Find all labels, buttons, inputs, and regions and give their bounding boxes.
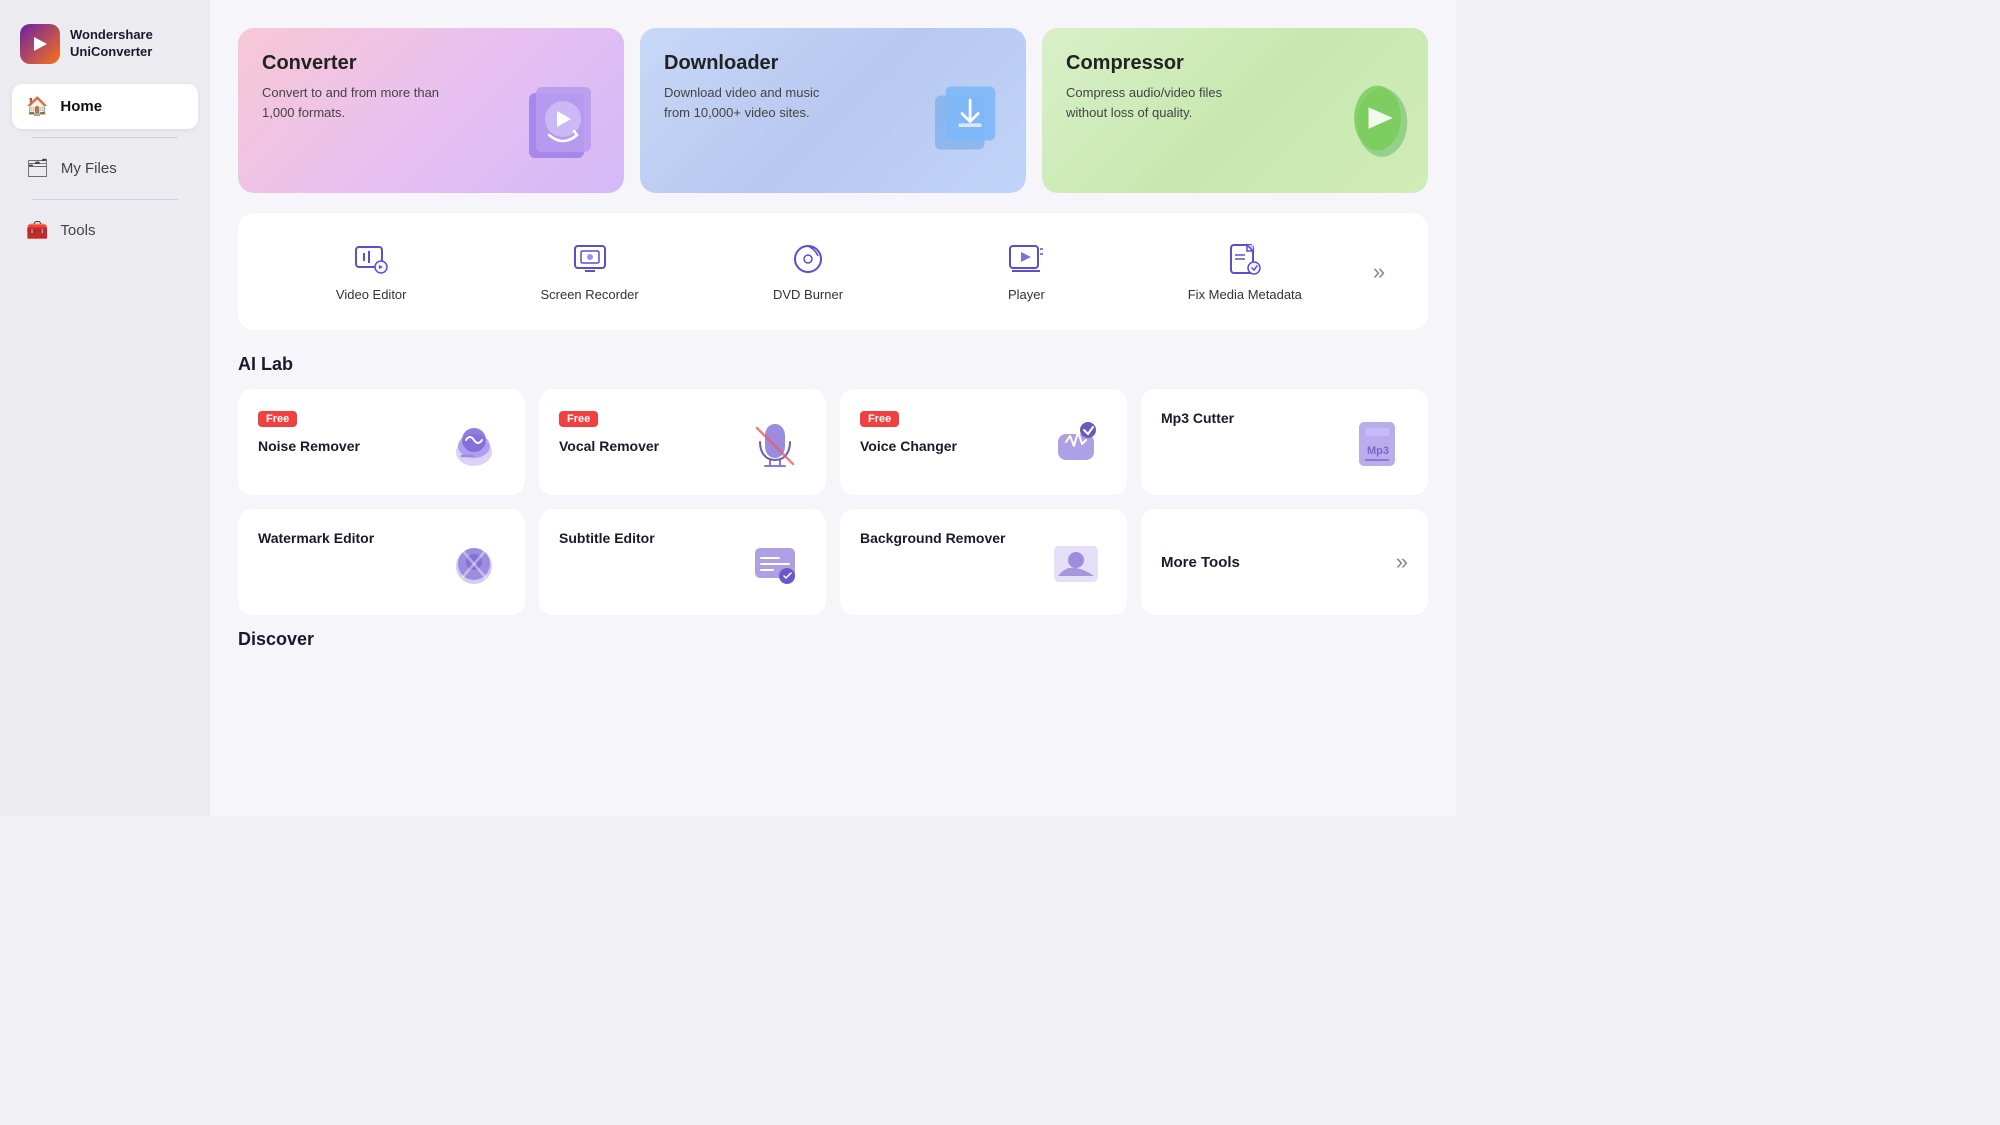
tool-screen-recorder[interactable]: Screen Recorder	[480, 233, 698, 310]
mp3-cutter-content: Mp3 Cutter	[1161, 409, 1342, 429]
tools-more-chevron: »	[1373, 259, 1385, 285]
compressor-icon	[1328, 73, 1418, 193]
ai-lab-row2: Watermark Editor Subtitle Editor	[238, 509, 1428, 615]
noise-remover-content: Free Noise Remover	[258, 409, 439, 457]
main-content: Converter Convert to and from more than …	[210, 0, 1456, 816]
ai-card-mp3-cutter[interactable]: Mp3 Cutter Mp3	[1141, 389, 1428, 495]
voice-changer-icon	[1041, 409, 1111, 479]
downloader-icon	[926, 73, 1016, 193]
downloader-title: Downloader	[664, 52, 1002, 75]
mp3-cutter-title: Mp3 Cutter	[1161, 409, 1342, 429]
ai-lab-title: AI Lab	[238, 354, 1428, 375]
sidebar-divider-2	[32, 199, 178, 200]
tools-icon: 🧰	[26, 220, 48, 241]
dvd-burner-label: DVD Burner	[773, 287, 843, 302]
converter-desc: Convert to and from more than 1,000 form…	[262, 83, 442, 122]
compressor-desc: Compress audio/video files without loss …	[1066, 83, 1246, 122]
svg-text:Mp3: Mp3	[1367, 445, 1389, 457]
converter-card[interactable]: Converter Convert to and from more than …	[238, 28, 624, 193]
ai-card-subtitle-editor[interactable]: Subtitle Editor	[539, 509, 826, 615]
ai-card-voice-changer[interactable]: Free Voice Changer	[840, 389, 1127, 495]
logo-icon	[20, 24, 60, 64]
background-remover-icon	[1041, 529, 1111, 599]
watermark-editor-title: Watermark Editor	[258, 529, 439, 549]
ai-card-watermark-editor[interactable]: Watermark Editor	[238, 509, 525, 615]
sidebar-item-home[interactable]: 🏠 Home	[12, 84, 198, 129]
dvd-burner-icon	[790, 241, 826, 277]
converter-icon	[514, 73, 614, 193]
vocal-remover-content: Free Vocal Remover	[559, 409, 740, 457]
noise-remover-title: Noise Remover	[258, 437, 439, 457]
ai-card-more-tools[interactable]: More Tools »	[1141, 509, 1428, 615]
noise-remover-icon	[439, 409, 509, 479]
player-icon	[1008, 241, 1044, 277]
app-logo: WondershareUniConverter	[0, 16, 210, 84]
vocal-remover-icon	[740, 409, 810, 479]
ai-card-noise-remover[interactable]: Free Noise Remover	[238, 389, 525, 495]
tools-row: Video Editor Screen Recorder DVD Burner	[238, 213, 1428, 330]
noise-remover-badge: Free	[258, 411, 297, 427]
myfiles-icon: 🗂	[26, 158, 49, 179]
ai-lab-row1: Free Noise Remover Free V	[238, 389, 1428, 495]
video-editor-icon	[353, 241, 389, 277]
fix-media-metadata-icon	[1227, 241, 1263, 277]
mp3-cutter-icon: Mp3	[1342, 409, 1412, 479]
home-icon: 🏠	[26, 96, 48, 117]
watermark-editor-icon	[439, 529, 509, 599]
sidebar-item-myfiles[interactable]: 🗂 My Files	[12, 146, 198, 191]
subtitle-editor-icon	[740, 529, 810, 599]
downloader-desc: Download video and music from 10,000+ vi…	[664, 83, 844, 122]
vocal-remover-title: Vocal Remover	[559, 437, 740, 457]
tool-dvd-burner[interactable]: DVD Burner	[699, 233, 917, 310]
player-label: Player	[1008, 287, 1045, 302]
ai-card-vocal-remover[interactable]: Free Vocal Remover	[539, 389, 826, 495]
background-remover-title: Background Remover	[860, 529, 1041, 549]
compressor-card[interactable]: Compressor Compress audio/video files wi…	[1042, 28, 1428, 193]
subtitle-editor-title: Subtitle Editor	[559, 529, 740, 549]
video-editor-label: Video Editor	[336, 287, 407, 302]
sidebar: WondershareUniConverter 🏠 Home 🗂 My File…	[0, 0, 210, 816]
voice-changer-content: Free Voice Changer	[860, 409, 1041, 457]
sidebar-tools-label: Tools	[60, 222, 95, 239]
more-tools-label: More Tools	[1161, 554, 1240, 571]
screen-recorder-label: Screen Recorder	[540, 287, 638, 302]
converter-title: Converter	[262, 52, 600, 75]
top-cards: Converter Convert to and from more than …	[238, 28, 1428, 193]
voice-changer-badge: Free	[860, 411, 899, 427]
fix-media-metadata-label: Fix Media Metadata	[1188, 287, 1302, 302]
app-name: WondershareUniConverter	[70, 27, 153, 61]
tool-player[interactable]: Player	[917, 233, 1135, 310]
vocal-remover-badge: Free	[559, 411, 598, 427]
screen-recorder-icon	[572, 241, 608, 277]
sidebar-item-tools[interactable]: 🧰 Tools	[12, 208, 198, 253]
watermark-editor-content: Watermark Editor	[258, 529, 439, 549]
sidebar-nav: 🏠 Home 🗂 My Files 🧰 Tools	[0, 84, 210, 253]
tool-fix-media-metadata[interactable]: Fix Media Metadata	[1136, 233, 1354, 310]
ai-lab-section: AI Lab Free Noise Remover	[238, 354, 1428, 615]
sidebar-divider	[32, 137, 178, 138]
background-remover-content: Background Remover	[860, 529, 1041, 549]
ai-card-background-remover[interactable]: Background Remover	[840, 509, 1127, 615]
sidebar-myfiles-label: My Files	[61, 160, 117, 177]
tool-video-editor[interactable]: Video Editor	[262, 233, 480, 310]
downloader-card[interactable]: Downloader Download video and music from…	[640, 28, 1026, 193]
voice-changer-title: Voice Changer	[860, 437, 1041, 457]
compressor-title: Compressor	[1066, 52, 1404, 75]
discover-title: Discover	[238, 629, 1428, 650]
tools-more-button[interactable]: »	[1354, 259, 1404, 285]
more-tools-chevron: »	[1396, 549, 1408, 575]
sidebar-home-label: Home	[60, 98, 102, 115]
subtitle-editor-content: Subtitle Editor	[559, 529, 740, 549]
